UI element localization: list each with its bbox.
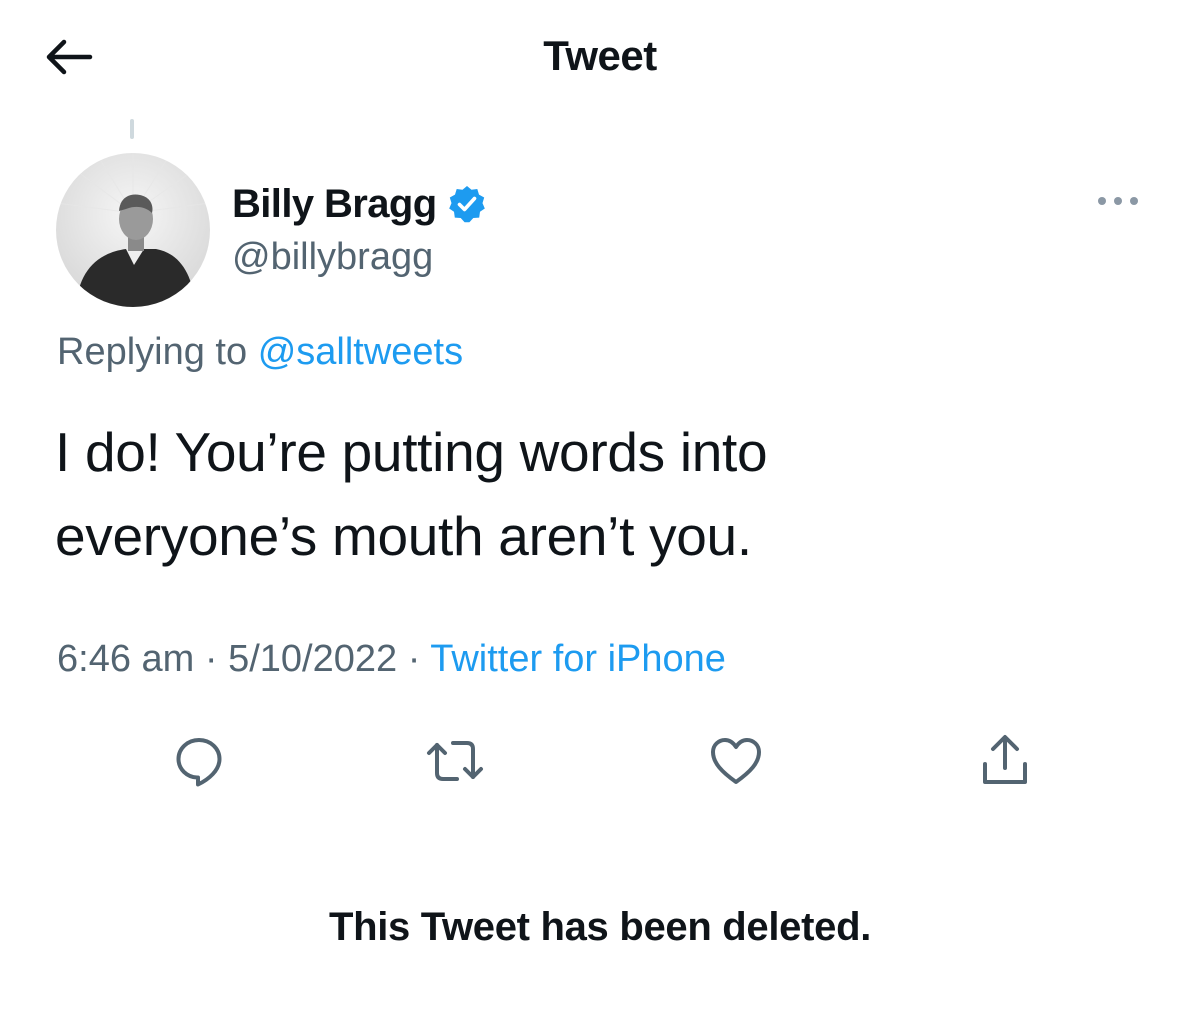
verified-badge-icon <box>447 184 487 224</box>
replying-to-label: Replying to <box>57 331 248 373</box>
tweet-source-link[interactable]: Twitter for iPhone <box>430 638 726 680</box>
deleted-notice: This Tweet has been deleted. <box>328 905 872 949</box>
page-title: Tweet <box>543 32 657 79</box>
like-button[interactable] <box>701 728 771 798</box>
replying-to-mention[interactable]: @salltweets <box>258 331 463 373</box>
tweet-metadata: 6:46 am · 5/10/2022 · Twitter for iPhone <box>57 638 726 681</box>
author-display-name[interactable]: Billy Bragg <box>232 182 437 227</box>
retweet-icon <box>425 733 485 794</box>
tweet-date[interactable]: 5/10/2022 <box>228 638 397 680</box>
meta-separator: · <box>397 638 431 680</box>
like-icon <box>708 734 764 793</box>
avatar-photo <box>56 153 210 307</box>
author-handle[interactable]: @billybragg <box>232 236 433 279</box>
avatar[interactable] <box>56 153 210 307</box>
reply-button[interactable] <box>164 728 234 798</box>
share-icon <box>977 732 1033 795</box>
tweet-text: I do! You’re putting words into everyone… <box>55 421 768 567</box>
share-button[interactable] <box>970 728 1040 798</box>
author-name-row: Billy Bragg <box>232 178 487 230</box>
replying-to-line: Replying to @salltweets <box>57 331 463 374</box>
tweet-actions-bar <box>0 728 1200 798</box>
reply-icon <box>171 733 227 794</box>
thread-connector-line <box>130 119 134 139</box>
meta-separator: · <box>194 638 229 680</box>
more-options-button[interactable] <box>1090 188 1146 218</box>
more-dots-icon <box>1096 194 1140 212</box>
retweet-button[interactable] <box>420 728 490 798</box>
header-bar: Tweet <box>0 0 1200 120</box>
tweet-time[interactable]: 6:46 am <box>57 638 194 680</box>
